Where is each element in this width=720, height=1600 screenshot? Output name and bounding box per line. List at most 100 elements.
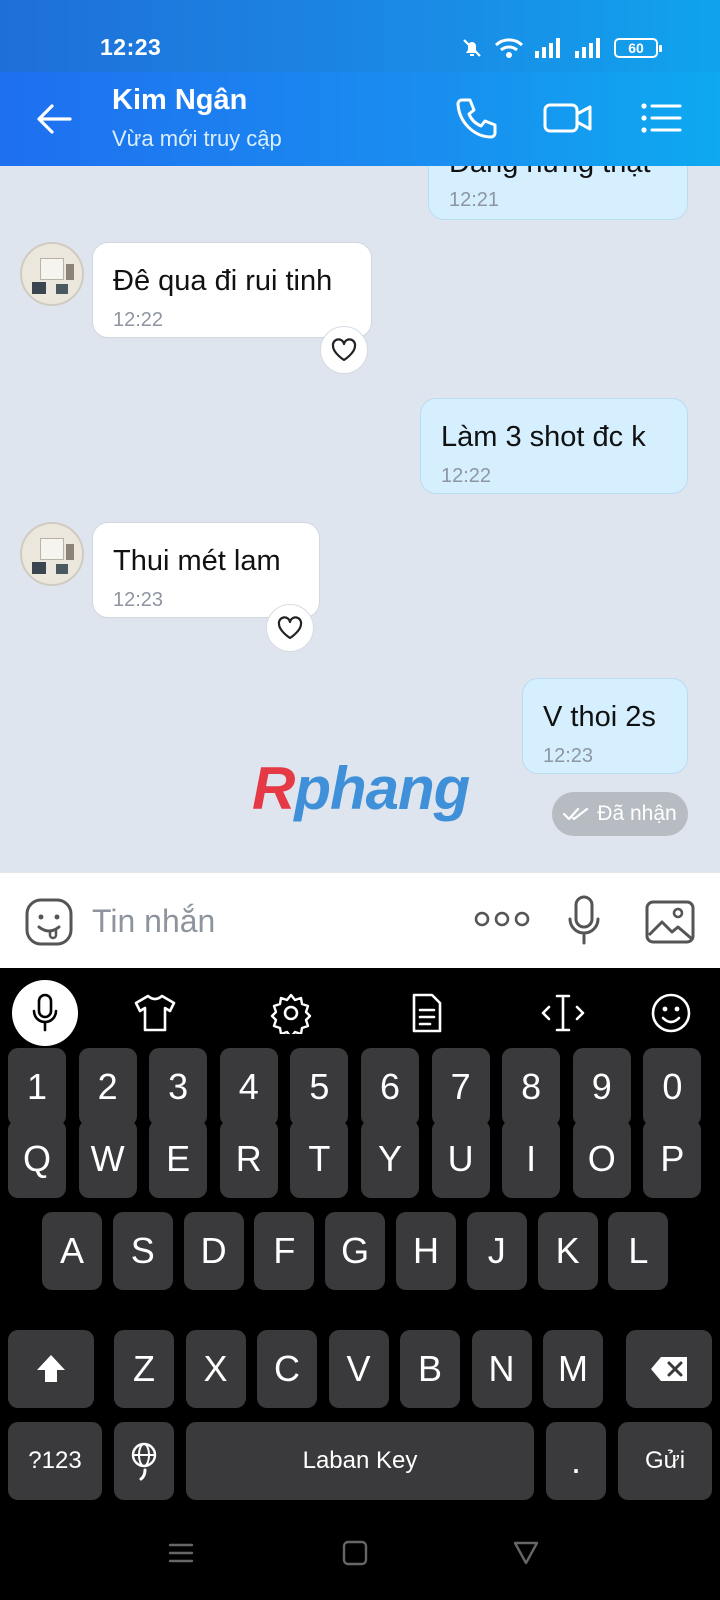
letter-key[interactable]: S <box>112 1212 173 1290</box>
message-bubble-outgoing[interactable]: Làm 3 shot đc k 12:22 <box>420 398 688 494</box>
message-bubble-incoming[interactable]: Đê qua đi rui tinh 12:22 <box>92 242 372 338</box>
received-status-badge: Đã nhận <box>552 792 688 836</box>
theme-button[interactable] <box>130 988 180 1038</box>
shift-key[interactable] <box>8 1330 94 1408</box>
react-heart-button[interactable] <box>320 326 368 374</box>
arrow-left-icon <box>37 104 72 134</box>
phone-icon <box>456 98 497 139</box>
globe-icon <box>131 1442 157 1481</box>
letter-key[interactable]: O <box>572 1120 631 1198</box>
letter-key[interactable]: F <box>254 1212 315 1290</box>
letter-key[interactable]: V <box>328 1330 389 1408</box>
letter-key[interactable]: L <box>608 1212 669 1290</box>
letter-key[interactable]: P <box>643 1120 702 1198</box>
number-key[interactable]: 0 <box>643 1048 702 1126</box>
letter-key[interactable]: D <box>183 1212 244 1290</box>
status-time: 12:23 <box>100 34 162 60</box>
contact-avatar[interactable] <box>20 522 84 586</box>
sticker-button[interactable] <box>24 897 74 952</box>
letter-key[interactable]: E <box>149 1120 208 1198</box>
message-text: Thui mét lam <box>113 545 281 577</box>
heart-icon <box>331 338 357 362</box>
letter-key[interactable]: B <box>400 1330 460 1408</box>
number-key[interactable]: 5 <box>290 1048 349 1126</box>
voice-input-button[interactable] <box>12 980 78 1046</box>
letter-key[interactable]: U <box>431 1120 490 1198</box>
letter-key[interactable]: Z <box>114 1330 174 1408</box>
received-status-text: Đã nhận <box>597 802 677 825</box>
sticker-face-icon <box>25 898 73 946</box>
period-key[interactable]: . <box>546 1422 606 1500</box>
space-key[interactable]: Laban Key <box>186 1422 534 1500</box>
number-key[interactable]: 9 <box>572 1048 631 1126</box>
number-key[interactable]: 3 <box>149 1048 208 1126</box>
contact-avatar[interactable] <box>20 242 84 306</box>
cursor-control-button[interactable] <box>538 988 588 1038</box>
chat-area[interactable]: Đang hứng thật 12:21 Đê qua đi rui tinh … <box>0 166 720 872</box>
keyboard: 1234567890 QWERTYUIOP ASDFGHJKL ZXCVBNM … <box>0 968 720 1508</box>
number-key[interactable]: 6 <box>361 1048 419 1126</box>
options-menu-button[interactable] <box>636 94 688 142</box>
letter-key[interactable]: H <box>396 1212 456 1290</box>
status-bar: 12:23 60 <box>0 0 720 72</box>
letter-key[interactable]: X <box>185 1330 246 1408</box>
letter-key[interactable]: N <box>471 1330 532 1408</box>
signal-icon <box>535 38 560 58</box>
number-key[interactable]: 8 <box>502 1048 561 1126</box>
message-time: 12:22 <box>113 309 164 331</box>
recent-apps-button[interactable] <box>168 1540 194 1571</box>
letter-key[interactable]: C <box>257 1330 317 1408</box>
home-button[interactable] <box>342 1540 368 1571</box>
document-icon <box>412 993 442 1033</box>
back-button[interactable] <box>30 97 80 141</box>
language-key[interactable] <box>114 1422 174 1500</box>
letter-key[interactable]: A <box>42 1212 102 1290</box>
letter-key[interactable]: M <box>543 1330 603 1408</box>
video-call-button[interactable] <box>542 94 594 142</box>
contact-name[interactable]: Kim Ngân <box>112 84 247 117</box>
status-icons: 60 <box>460 36 662 60</box>
letter-key[interactable]: R <box>219 1120 278 1198</box>
smiley-icon <box>651 993 691 1033</box>
back-nav-button[interactable] <box>512 1540 540 1571</box>
clipboard-button[interactable] <box>402 988 452 1038</box>
react-heart-button[interactable] <box>266 604 314 652</box>
emoji-button[interactable] <box>646 988 696 1038</box>
number-key[interactable]: 2 <box>78 1048 137 1126</box>
send-key[interactable]: Gửi <box>618 1422 712 1500</box>
message-input[interactable]: Tin nhắn <box>92 903 215 940</box>
letter-key[interactable]: G <box>325 1212 386 1290</box>
letter-key[interactable]: W <box>78 1120 137 1198</box>
letter-key[interactable]: Y <box>361 1120 419 1198</box>
letter-key[interactable]: Q <box>8 1120 66 1198</box>
message-time: 12:21 <box>449 189 500 211</box>
message-bubble-outgoing[interactable]: V thoi 2s 12:23 <box>522 678 688 774</box>
message-composer: Tin nhắn <box>0 872 720 968</box>
settings-button[interactable] <box>266 988 316 1038</box>
square-icon <box>342 1540 368 1566</box>
message-time: 12:22 <box>441 465 492 487</box>
backspace-key[interactable] <box>626 1330 712 1408</box>
letter-key[interactable]: T <box>290 1120 349 1198</box>
number-key[interactable]: 4 <box>219 1048 278 1126</box>
message-text: Đê qua đi rui tinh <box>113 265 333 297</box>
voice-message-button[interactable] <box>566 893 602 954</box>
gear-icon <box>270 993 312 1034</box>
symbols-key[interactable]: ?123 <box>8 1422 102 1500</box>
more-options-button[interactable] <box>474 907 530 936</box>
watermark: Rphang <box>252 755 470 822</box>
letter-key[interactable]: I <box>502 1120 561 1198</box>
number-key[interactable]: 7 <box>431 1048 490 1126</box>
message-bubble-outgoing[interactable]: Đang hứng thật 12:21 <box>428 166 688 220</box>
letter-key[interactable]: J <box>466 1212 527 1290</box>
shift-arrow-icon <box>37 1355 65 1382</box>
photo-button[interactable] <box>644 899 696 950</box>
bell-muted-icon <box>463 39 481 57</box>
number-key[interactable]: 1 <box>8 1048 66 1126</box>
list-menu-icon <box>641 103 682 133</box>
menu-lines-icon <box>168 1543 194 1563</box>
message-text: Làm 3 shot đc k <box>441 421 646 453</box>
letter-key[interactable]: K <box>537 1212 598 1290</box>
tshirt-icon <box>134 994 176 1032</box>
call-button[interactable] <box>452 94 504 142</box>
